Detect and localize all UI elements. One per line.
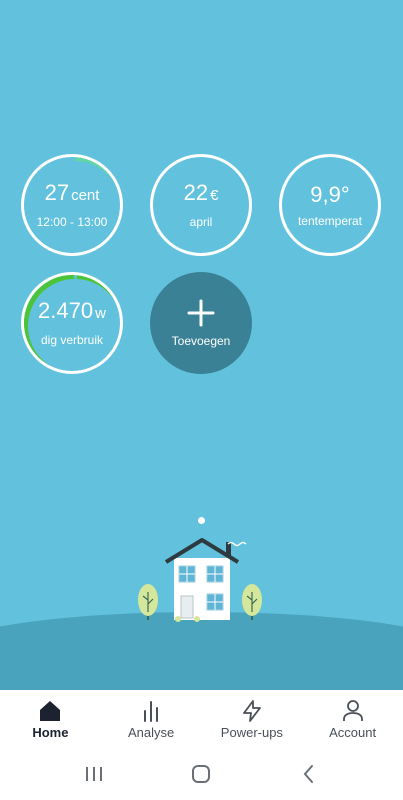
tab-analyse[interactable]: Analyse bbox=[101, 690, 202, 748]
lightning-icon bbox=[242, 699, 261, 722]
temperature-value: 9,9° bbox=[310, 181, 350, 207]
price-widget[interactable]: 27 cent 12:00 - 13:00 bbox=[21, 154, 123, 256]
tab-home[interactable]: Home bbox=[0, 690, 101, 748]
user-icon bbox=[342, 699, 363, 721]
dashboard-screen: 27 cent 12:00 - 13:00 22 € april 9,9° tent… bbox=[0, 0, 403, 690]
pager-dot bbox=[198, 517, 205, 524]
bar-chart-icon bbox=[144, 700, 159, 722]
tab-analyse-label: Analyse bbox=[128, 724, 175, 740]
tab-account[interactable]: Account bbox=[302, 690, 403, 748]
home-circle-icon[interactable] bbox=[189, 762, 213, 786]
tab-power-ups-label: Power-ups bbox=[220, 724, 283, 740]
price-value: 27 cent bbox=[44, 180, 100, 205]
house-illustration bbox=[138, 538, 262, 622]
back-icon[interactable] bbox=[297, 762, 321, 786]
usage-value: 2.470 w bbox=[38, 298, 106, 323]
temperature-label: tentemperat bbox=[297, 213, 363, 228]
monthly-cost-month: april bbox=[189, 215, 213, 229]
usage-widget[interactable]: 2.470 w dig verbruik bbox=[21, 272, 123, 374]
tab-home-label: Home bbox=[32, 724, 69, 740]
add-widget-label: Toevoegen bbox=[171, 334, 231, 348]
system-nav-bar bbox=[0, 748, 403, 800]
tree-right-icon bbox=[242, 584, 262, 620]
monthly-cost-value: 22 € bbox=[183, 180, 219, 205]
add-widget-button[interactable]: Toevoegen bbox=[150, 272, 252, 374]
tab-power-ups[interactable]: Power-ups bbox=[202, 690, 303, 748]
recent-apps-icon[interactable] bbox=[82, 762, 106, 786]
temperature-widget[interactable]: 9,9° tentemperat bbox=[279, 154, 381, 256]
bottom-tab-bar: Home Analyse Power-ups Account bbox=[0, 690, 403, 748]
tree-left-icon bbox=[138, 584, 158, 620]
price-time-range: 12:00 - 13:00 bbox=[36, 215, 108, 229]
usage-label: dig verbruik bbox=[40, 333, 104, 347]
plus-icon bbox=[187, 299, 215, 327]
tab-account-label: Account bbox=[329, 724, 377, 740]
monthly-cost-widget[interactable]: 22 € april bbox=[150, 154, 252, 256]
home-icon bbox=[40, 700, 61, 721]
